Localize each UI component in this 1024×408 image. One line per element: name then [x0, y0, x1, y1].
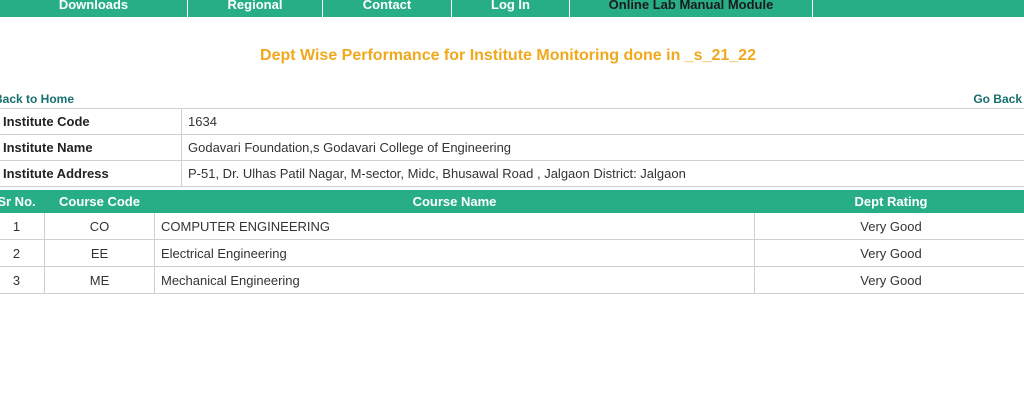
cell-course-name: Mechanical Engineering [154, 266, 755, 294]
institute-address-label: Institute Address [0, 160, 182, 187]
cell-course-code: ME [44, 266, 155, 294]
table-row: 1 CO COMPUTER ENGINEERING Very Good [0, 212, 1024, 240]
cell-course-code: CO [44, 212, 155, 240]
table-row: 2 EE Electrical Engineering Very Good [0, 239, 1024, 267]
course-rating-table: Sr No. Course Code Course Name Dept Rati… [0, 190, 1024, 294]
institute-code-label: Institute Code [0, 108, 182, 135]
institute-code-row: Institute Code 1634 [0, 108, 1024, 135]
nav-online-lab-manual[interactable]: Online Lab Manual Module [570, 0, 813, 17]
back-to-home-link[interactable]: Back to Home [0, 92, 74, 106]
top-navbar: Downloads Regional Contact Log In Online… [0, 0, 1024, 17]
institute-name-value: Godavari Foundation,s Godavari College o… [181, 134, 1024, 161]
cell-sr-no: 1 [0, 212, 45, 240]
institute-code-value: 1634 [181, 108, 1024, 135]
cell-dept-rating: Very Good [754, 266, 1024, 294]
col-header-course-name: Course Name [154, 190, 755, 213]
table-header-row: Sr No. Course Code Course Name Dept Rati… [0, 190, 1024, 213]
institute-name-row: Institute Name Godavari Foundation,s God… [0, 134, 1024, 161]
institute-address-value: P-51, Dr. Ulhas Patil Nagar, M-sector, M… [181, 160, 1024, 187]
cell-sr-no: 3 [0, 266, 45, 294]
cell-course-name: Electrical Engineering [154, 239, 755, 267]
go-back-link[interactable]: Go Back [973, 92, 1022, 106]
col-header-sr-no: Sr No. [0, 190, 45, 213]
nav-regional[interactable]: Regional [188, 0, 323, 17]
nav-login[interactable]: Log In [452, 0, 570, 17]
cell-dept-rating: Very Good [754, 239, 1024, 267]
cell-course-code: EE [44, 239, 155, 267]
institute-info-table: Institute Code 1634 Institute Name Godav… [0, 108, 1024, 187]
nav-contact[interactable]: Contact [323, 0, 452, 17]
nav-downloads[interactable]: Downloads [0, 0, 188, 17]
page-title: Dept Wise Performance for Institute Moni… [260, 47, 756, 64]
institute-address-row: Institute Address P-51, Dr. Ulhas Patil … [0, 160, 1024, 187]
col-header-course-code: Course Code [44, 190, 155, 213]
institute-name-label: Institute Name [0, 134, 182, 161]
cell-course-name: COMPUTER ENGINEERING [154, 212, 755, 240]
cell-sr-no: 2 [0, 239, 45, 267]
col-header-dept-rating: Dept Rating [754, 190, 1024, 213]
cell-dept-rating: Very Good [754, 212, 1024, 240]
table-row: 3 ME Mechanical Engineering Very Good [0, 266, 1024, 294]
